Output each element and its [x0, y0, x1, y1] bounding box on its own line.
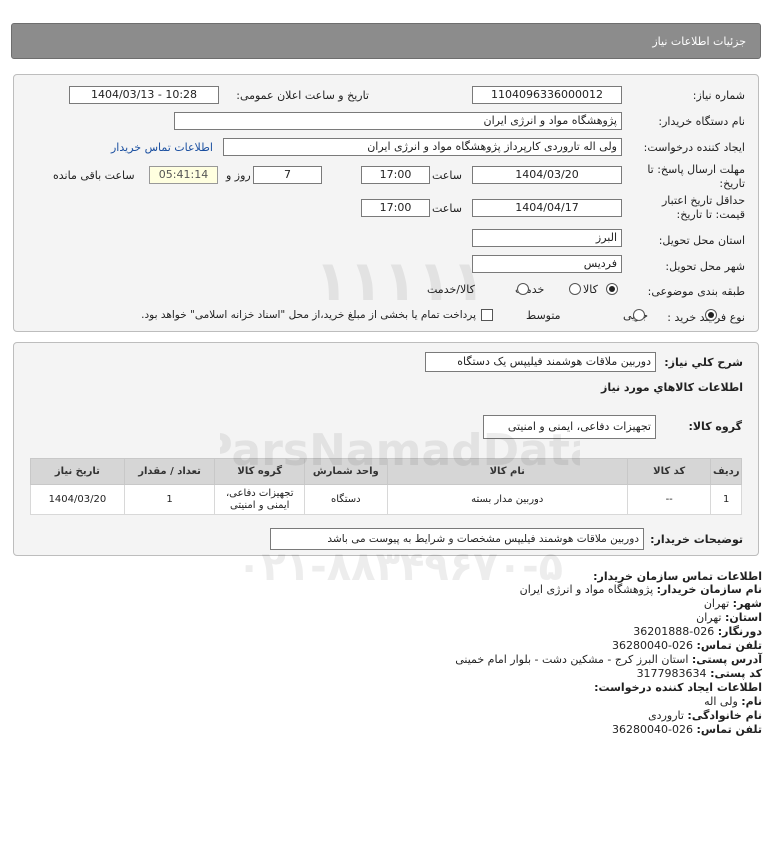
category-radio-goods-service[interactable] [517, 283, 529, 295]
category-radio-goods[interactable] [606, 283, 618, 295]
contact-title: اطلاعات تماس سازمان خریدار: [593, 570, 762, 583]
page-title: جزئیات اطلاعات نیاز [652, 35, 746, 48]
response-time-label: ساعت [432, 169, 462, 182]
contact-line-fax: دورنگار: 026-36201888 [633, 625, 762, 638]
items-table: ردیف کد کالا نام کالا واحد شمارش گروه کا… [30, 458, 742, 515]
table-row: 1 -- دوربین مدار بسته دستگاه تجهیزات دفا… [30, 484, 742, 515]
col-name: نام کالا [386, 458, 628, 485]
goods-group-label: گروه کالا: [688, 420, 742, 433]
process-radio-minor[interactable] [704, 309, 717, 321]
requester-line-family: نام خانوادگی: تاروردی [648, 709, 762, 722]
province-field: البرز [472, 229, 622, 247]
price-validity-label-2: قیمت: تا تاریخ: [676, 208, 745, 221]
province-label: استان محل تحویل: [658, 234, 745, 247]
col-date: تاریخ نیاز [30, 458, 125, 485]
cell-group: تجهیزات دفاعی، ایمنی و امنیتی [214, 484, 306, 515]
contact-line-phone: تلفن تماس: 026-36280040 [612, 639, 762, 652]
response-deadline-label-2: تاریخ: [719, 177, 745, 190]
announce-datetime-label: تاریخ و ساعت اعلان عمومی: [236, 89, 369, 102]
buyer-contact-link[interactable]: اطلاعات تماس خریدار [111, 141, 213, 154]
description-panel [13, 342, 759, 556]
contact-line-province: استان: تهران [696, 611, 762, 624]
items-table-header: ردیف کد کالا نام کالا واحد شمارش گروه کا… [30, 458, 742, 485]
contact-line-org: نام سازمان خریدار: پژوهشگاه مواد و انرژی… [519, 583, 762, 596]
process-radio-medium[interactable] [633, 309, 645, 321]
col-qty: تعداد / مقدار [123, 458, 216, 485]
need-number-label: شماره نیاز: [692, 89, 745, 102]
buyer-notes-field: دوربین ملاقات هوشمند فیلیپس مشخصات و شرا… [270, 528, 644, 550]
treasury-checkbox[interactable] [481, 309, 493, 321]
price-validity-date: 1404/04/17 [472, 199, 622, 217]
goods-group-field: تجهیزات دفاعی، ایمنی و امنیتی [483, 415, 656, 439]
category-option-goods-service: کالا/خدمت [427, 283, 475, 296]
remaining-time-field: 05:41:14 [149, 166, 218, 184]
contact-line-address: آدرس پستی: استان البرز کرج - مشکین دشت -… [455, 653, 762, 666]
price-validity-label-1: حداقل تاریخ اعتبار [661, 194, 745, 207]
process-option-medium: متوسط [526, 309, 561, 322]
requester-field: ولی اله تاروردی کارپرداز پژوهشگاه مواد و… [223, 138, 622, 156]
category-option-goods: کالا [583, 283, 598, 296]
contact-line-postal: کد پستی: 3177983634 [636, 667, 762, 680]
buyer-notes-label: توضیحات خریدار: [650, 533, 743, 546]
cell-row: 1 [710, 484, 742, 515]
requester-line-name: نام: ولی اله [704, 695, 762, 708]
response-deadline-label-1: مهلت ارسال پاسخ: تا [647, 163, 745, 176]
requester-label: ایجاد کننده درخواست: [643, 141, 745, 154]
remaining-days-field: 7 [253, 166, 322, 184]
response-deadline-date: 1404/03/20 [472, 166, 622, 184]
city-label: شهر محل تحویل: [665, 260, 745, 273]
general-description-label: شرح کلي نياز: [664, 356, 743, 369]
cell-unit: دستگاه [304, 484, 388, 515]
page-header: جزئیات اطلاعات نیاز [11, 23, 761, 59]
requester-info-title: اطلاعات ایجاد کننده درخواست: [594, 681, 762, 694]
col-unit: واحد شمارش [304, 458, 388, 485]
general-description-field: دوربین ملاقات هوشمند فیلیپس یک دستگاه [425, 352, 656, 372]
buyer-org-label: نام دستگاه خریدار: [658, 115, 745, 128]
contact-line-city: شهر: تهران [703, 597, 762, 610]
price-validity-time: 17:00 [361, 199, 430, 217]
cell-date: 1404/03/20 [30, 484, 125, 515]
treasury-note: پرداخت تمام یا بخشی از مبلغ خرید،از محل … [141, 309, 476, 321]
cell-code: -- [626, 484, 712, 515]
category-radio-service[interactable] [568, 283, 581, 295]
validity-time-label: ساعت [432, 202, 462, 215]
col-code: کد کالا [626, 458, 712, 485]
col-row: ردیف [710, 458, 742, 485]
buyer-org-field: پژوهشگاه مواد و انرژی ایران [174, 112, 622, 130]
col-group: گروه کالا [214, 458, 306, 485]
requester-line-phone: تلفن تماس: 026-36280040 [612, 723, 762, 736]
need-number-field: 1104096336000012 [472, 86, 622, 104]
city-field: فردیس [472, 255, 622, 273]
announce-datetime-field: 1404/03/13 - 10:28 [69, 86, 219, 104]
cell-qty: 1 [123, 484, 216, 515]
response-deadline-time: 17:00 [361, 166, 430, 184]
category-label: طبقه بندی موضوعی: [647, 285, 745, 298]
cell-name: دوربین مدار بسته [386, 484, 628, 515]
items-title: اطلاعات کالاهاي مورد نياز [601, 381, 743, 394]
days-label: روز و [226, 169, 251, 182]
remaining-time-label: ساعت باقی مانده [53, 169, 135, 182]
